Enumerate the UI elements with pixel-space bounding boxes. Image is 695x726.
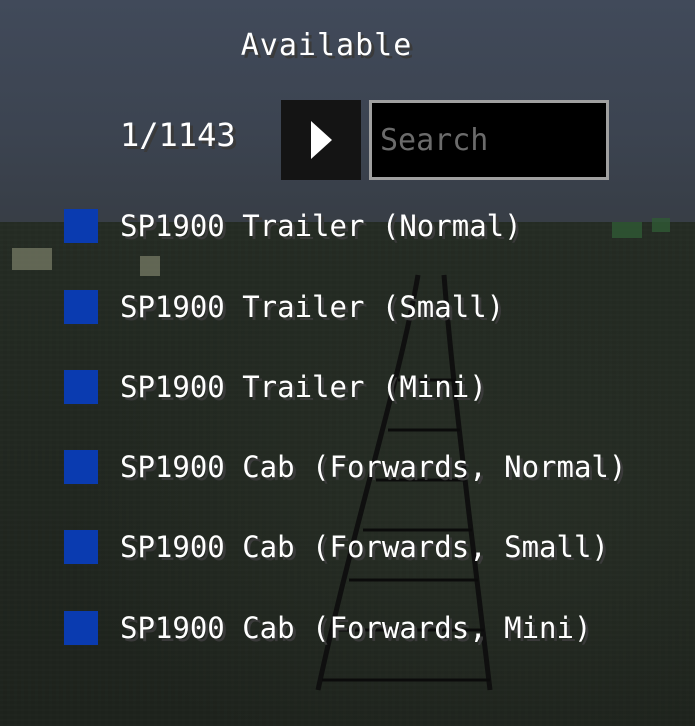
next-page-button[interactable]: [281, 100, 361, 180]
list-item[interactable]: SP1900 Cab (Forwards, Normal): [64, 442, 644, 492]
search-input[interactable]: [369, 100, 609, 180]
item-label: SP1900 Cab (Forwards, Normal): [120, 450, 627, 484]
page-title: Available: [240, 28, 413, 63]
list-item[interactable]: SP1900 Cab (Forwards, Mini): [64, 603, 644, 653]
list-item[interactable]: SP1900 Cab (Forwards, Small): [64, 522, 644, 572]
item-label: SP1900 Cab (Forwards, Small): [120, 530, 609, 564]
item-color-swatch: [64, 370, 98, 404]
list-item[interactable]: SP1900 Trailer (Normal): [64, 201, 644, 251]
item-label: SP1900 Trailer (Small): [120, 290, 505, 324]
item-color-swatch: [64, 611, 98, 645]
item-color-swatch: [64, 290, 98, 324]
list-item[interactable]: SP1900 Trailer (Mini): [64, 362, 644, 412]
item-label: SP1900 Trailer (Mini): [120, 370, 487, 404]
item-color-swatch: [64, 450, 98, 484]
page-counter: 1/1143: [120, 116, 236, 154]
item-color-swatch: [64, 530, 98, 564]
item-label: SP1900 Trailer (Normal): [120, 209, 522, 243]
list-item[interactable]: SP1900 Trailer (Small): [64, 282, 644, 332]
item-label: SP1900 Cab (Forwards, Mini): [120, 611, 592, 645]
item-color-swatch: [64, 209, 98, 243]
play-arrow-icon: [311, 121, 332, 159]
